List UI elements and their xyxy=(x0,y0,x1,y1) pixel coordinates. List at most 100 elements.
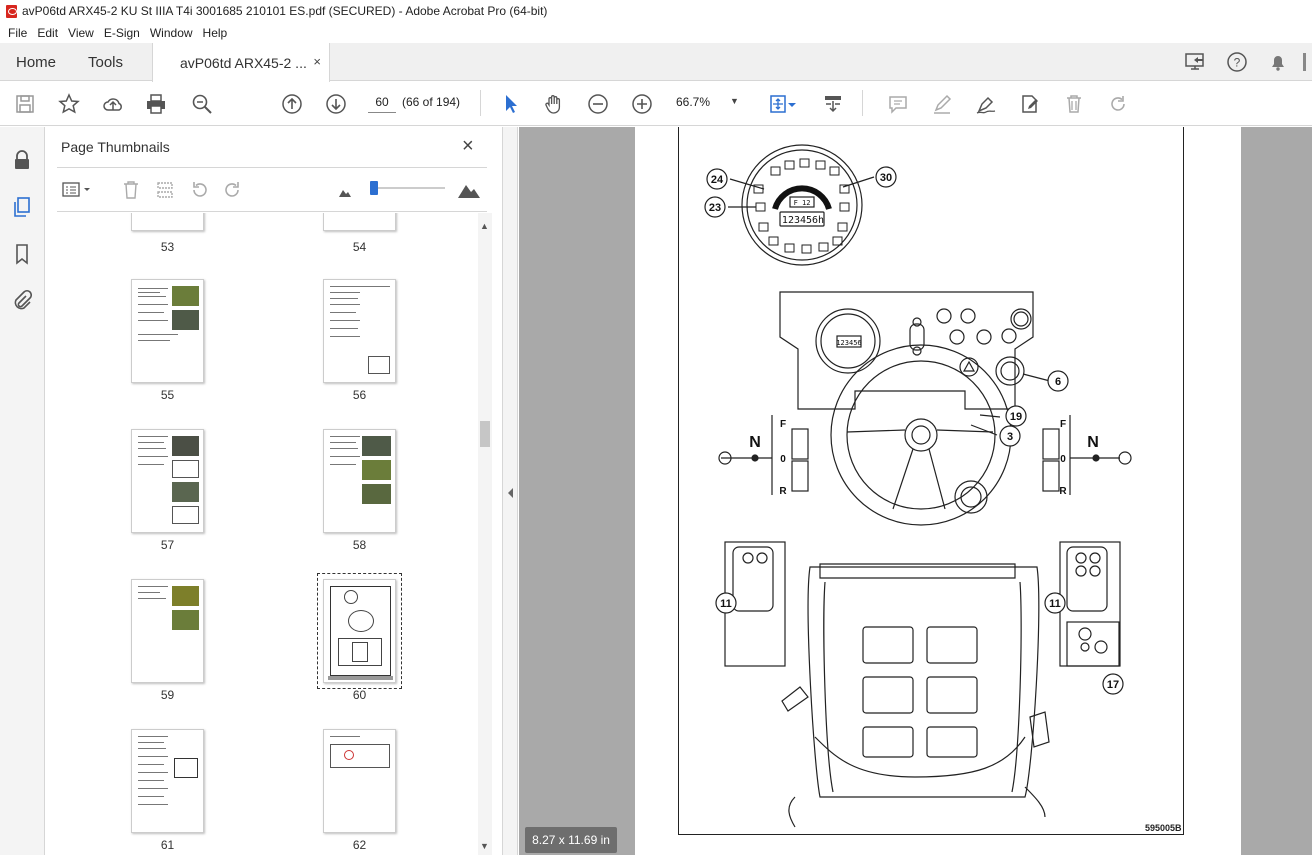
callout-6: 6 xyxy=(1055,376,1061,388)
menu-file[interactable]: File xyxy=(3,26,32,40)
callout-19: 19 xyxy=(1010,411,1022,423)
right-shifter-neutral: N xyxy=(1087,434,1099,451)
bookmark-star-icon[interactable] xyxy=(55,90,83,118)
bookmarks-icon[interactable] xyxy=(9,241,35,267)
attachments-paperclip-icon[interactable] xyxy=(9,287,35,313)
thumbnail-label: 58 xyxy=(352,538,367,552)
zoom-in-icon[interactable] xyxy=(628,90,656,118)
menu-window[interactable]: Window xyxy=(145,26,198,40)
gauge-gear-display: F 12 xyxy=(794,199,811,207)
print-icon[interactable] xyxy=(142,90,170,118)
fit-page-dropdown-icon[interactable] xyxy=(786,90,798,118)
share-screen-icon[interactable] xyxy=(1175,43,1216,81)
tab-document[interactable]: avP06td ARX45-2 ... × xyxy=(152,43,330,82)
thumbnail-label: 62 xyxy=(352,838,367,852)
select-cursor-icon[interactable] xyxy=(496,90,524,118)
thumbnail-size-slider[interactable] xyxy=(370,187,445,189)
toolbar-divider xyxy=(862,90,863,116)
scroll-up-icon[interactable]: ▲ xyxy=(480,221,489,231)
hand-pan-icon[interactable] xyxy=(540,90,568,118)
rotate-right-icon[interactable] xyxy=(221,179,245,201)
redo-icon[interactable] xyxy=(1104,90,1132,118)
previous-page-icon[interactable] xyxy=(278,90,306,118)
save-icon[interactable] xyxy=(11,90,39,118)
document-figure-id: 595005B xyxy=(1145,823,1182,833)
notifications-bell-icon[interactable] xyxy=(1257,43,1298,81)
help-icon[interactable]: ? xyxy=(1216,43,1257,81)
page-thumbnails-icon[interactable] xyxy=(9,194,35,220)
thumbnail-label: 53 xyxy=(160,240,175,254)
menu-view[interactable]: View xyxy=(63,26,99,40)
thumbnails-scrollbar[interactable]: ▲ ▼ xyxy=(478,213,492,855)
gauge-hour-display: 123456h xyxy=(782,215,824,226)
upload-cloud-icon[interactable] xyxy=(99,90,127,118)
tab-home[interactable]: Home xyxy=(16,43,56,81)
thumbnail-label: 54 xyxy=(352,240,367,254)
thumbnail-page-60[interactable] xyxy=(323,579,396,683)
thumbnail-page-53[interactable] xyxy=(131,213,204,231)
left-shifter-forward: F xyxy=(780,419,786,430)
right-shifter-forward: F xyxy=(1060,419,1066,430)
edit-document-icon[interactable] xyxy=(1016,90,1044,118)
page-number-input[interactable]: 60 xyxy=(368,91,396,113)
thumbnail-options-icon[interactable] xyxy=(61,179,95,201)
thumbnail-page-58[interactable] xyxy=(323,429,396,533)
thumbnail-label: 61 xyxy=(160,838,175,852)
menu-help[interactable]: Help xyxy=(198,26,233,40)
thumbnail-page-55[interactable] xyxy=(131,279,204,383)
delete-page-icon[interactable] xyxy=(119,179,143,201)
overflow-icon[interactable] xyxy=(1298,43,1312,81)
callout-23: 23 xyxy=(709,202,721,214)
thumbnail-page-61[interactable] xyxy=(131,729,204,833)
thumbnail-size-slider-handle[interactable] xyxy=(370,181,378,195)
svg-text:?: ? xyxy=(1233,56,1240,70)
extract-page-icon[interactable] xyxy=(153,179,177,201)
next-page-icon[interactable] xyxy=(322,90,350,118)
thumbnail-label: 59 xyxy=(160,688,175,702)
panel-close-button[interactable]: × xyxy=(462,135,474,158)
callout-3: 3 xyxy=(1007,431,1013,443)
callout-24: 24 xyxy=(711,174,724,186)
document-viewer[interactable]: 24 30 23 6 19 3 11 11 17 123456h F 12 12… xyxy=(519,127,1312,855)
rotate-left-icon[interactable] xyxy=(187,179,211,201)
scroll-mode-icon[interactable] xyxy=(819,90,847,118)
menu-esign[interactable]: E-Sign xyxy=(99,26,145,40)
right-shifter-reverse: R xyxy=(1059,486,1067,497)
right-shifter-zero: 0 xyxy=(1060,454,1066,465)
main-toolbar xyxy=(0,82,1312,126)
tab-bar-actions: ? xyxy=(1175,43,1312,81)
thumbnail-page-59[interactable] xyxy=(131,579,204,683)
delete-icon[interactable] xyxy=(1060,90,1088,118)
sign-pen-icon[interactable] xyxy=(972,90,1000,118)
page-thumbnails-panel: Page Thumbnails × 53 54 55 56 57 58 59 6… xyxy=(45,127,502,855)
panel-splitter[interactable] xyxy=(502,127,518,855)
left-nav-rail xyxy=(0,127,45,855)
left-shifter-zero: 0 xyxy=(780,454,786,465)
thumbnail-page-56[interactable] xyxy=(323,279,396,383)
thumbnails-list: 53 54 55 56 57 58 59 60 61 62 xyxy=(45,213,478,855)
large-thumbnails-icon[interactable] xyxy=(457,179,481,201)
collapse-panel-icon[interactable] xyxy=(504,483,518,503)
thumbnail-label: 57 xyxy=(160,538,175,552)
comment-icon[interactable] xyxy=(884,90,912,118)
scrollbar-thumb[interactable] xyxy=(480,421,490,447)
tab-document-label: avP06td ARX45-2 ... xyxy=(180,54,307,71)
zoom-out-icon[interactable] xyxy=(584,90,612,118)
menu-bar: File Edit View E-Sign Window Help xyxy=(0,22,1312,43)
zoom-dropdown-icon[interactable]: ▼ xyxy=(730,96,739,106)
operator-controls-diagram: 24 30 23 6 19 3 11 11 17 123456h F 12 12… xyxy=(704,144,1132,828)
zoom-level[interactable]: 66.7% xyxy=(676,95,710,109)
tab-close-button[interactable]: × xyxy=(313,54,321,69)
thumbnail-label: 60 xyxy=(352,688,367,702)
thumbnail-page-54[interactable] xyxy=(323,213,396,231)
small-thumbnails-icon[interactable] xyxy=(333,181,357,203)
thumbnail-page-62[interactable] xyxy=(323,729,396,833)
scroll-down-icon[interactable]: ▼ xyxy=(480,841,489,851)
menu-edit[interactable]: Edit xyxy=(32,26,63,40)
highlight-pen-icon[interactable] xyxy=(928,90,956,118)
thumbnail-label: 55 xyxy=(160,388,175,402)
zoom-search-icon[interactable] xyxy=(188,90,216,118)
tab-tools[interactable]: Tools xyxy=(88,43,123,81)
lock-icon[interactable] xyxy=(9,147,35,173)
thumbnail-page-57[interactable] xyxy=(131,429,204,533)
